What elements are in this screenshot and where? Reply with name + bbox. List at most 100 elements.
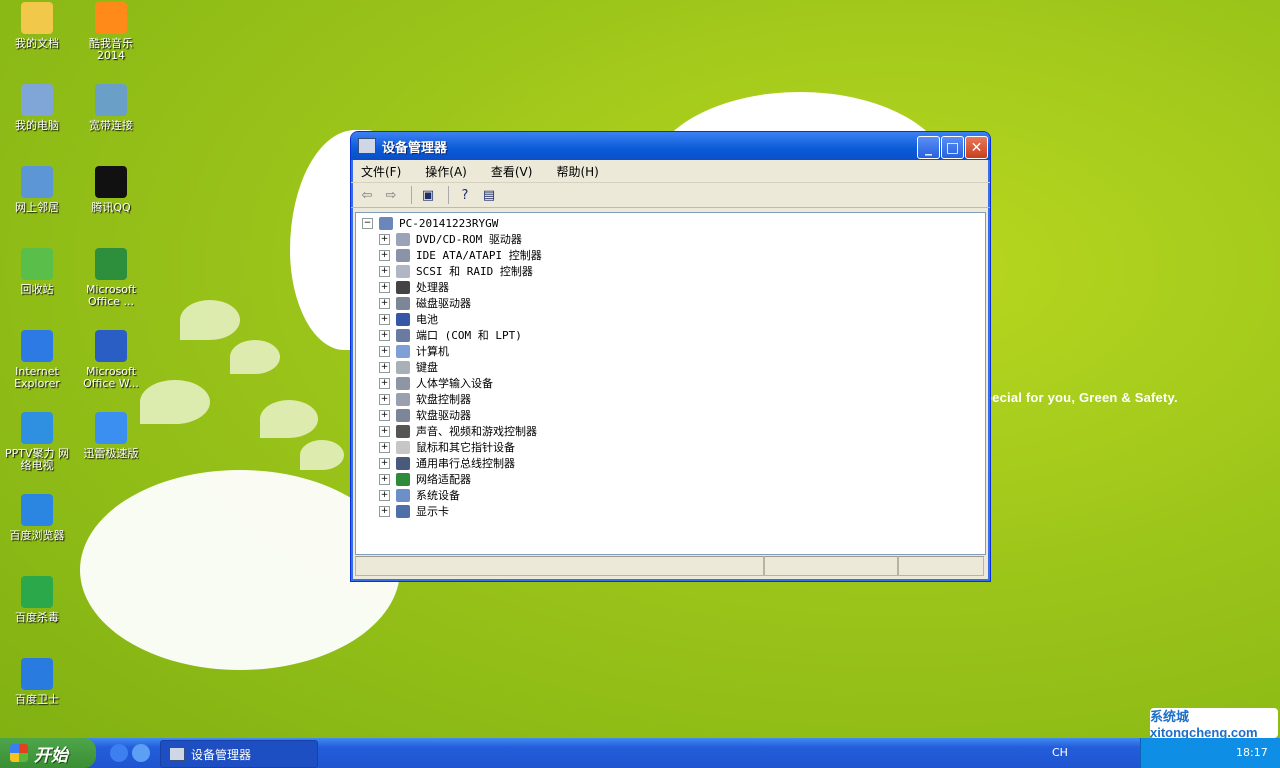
desktop-icon-image xyxy=(95,84,127,116)
language-indicator[interactable]: CH xyxy=(1052,746,1068,759)
desktop-icon[interactable]: 迅雷极速版 xyxy=(76,412,146,460)
desktop-icon[interactable]: 回收站 xyxy=(2,248,72,296)
tree-item[interactable]: + 计算机 xyxy=(379,343,542,359)
browser-quicklaunch-icon[interactable] xyxy=(132,744,150,762)
expand-icon[interactable]: + xyxy=(379,345,390,357)
expand-icon[interactable]: + xyxy=(379,393,390,405)
desktop-icon[interactable]: 网上邻居 xyxy=(2,166,72,214)
tree-item[interactable]: + 软盘控制器 xyxy=(379,391,542,407)
expand-icon[interactable]: + xyxy=(379,505,390,517)
desktop-icon[interactable]: PPTV聚力 网 络电视 xyxy=(2,412,72,472)
tree-item[interactable]: + 人体学输入设备 xyxy=(379,375,542,391)
watermark-logo: 系统城 xitongcheng.com xyxy=(1150,708,1278,740)
device-category-icon xyxy=(396,504,410,518)
expand-icon[interactable]: + xyxy=(379,409,390,421)
desktop-icon[interactable]: Microsoft Office W... xyxy=(76,330,146,390)
desktop-icon[interactable]: 百度杀毒 xyxy=(2,576,72,624)
back-arrow-icon[interactable]: ⇦ xyxy=(357,186,377,204)
tree-item[interactable]: + 显示卡 xyxy=(379,503,542,519)
expand-icon[interactable]: + xyxy=(379,473,390,485)
tree-item[interactable]: + 键盘 xyxy=(379,359,542,375)
tree-item[interactable]: + 声音、视频和游戏控制器 xyxy=(379,423,542,439)
expand-icon[interactable]: + xyxy=(379,361,390,373)
expand-icon[interactable]: + xyxy=(379,489,390,501)
tree-item[interactable]: + 软盘驱动器 xyxy=(379,407,542,423)
tree-item[interactable]: + 系统设备 xyxy=(379,487,542,503)
taskbar: 开始 设备管理器 CH 18:17 xyxy=(0,738,1280,768)
tree-item[interactable]: + 鼠标和其它指针设备 xyxy=(379,439,542,455)
properties-icon[interactable]: ▤ xyxy=(479,186,499,204)
task-label: 设备管理器 xyxy=(191,747,252,762)
tree-item[interactable]: + DVD/CD-ROM 驱动器 xyxy=(379,231,542,247)
device-manager-window[interactable]: 设备管理器 _ □ ✕ 文件(F) 操作(A) 查看(V) 帮助(H) ⇦ ⇨ … xyxy=(350,131,991,582)
tree-item[interactable]: + 电池 xyxy=(379,311,542,327)
show-hide-tree-icon[interactable]: ▣ xyxy=(418,186,438,204)
expand-icon[interactable]: + xyxy=(379,457,390,469)
device-category-icon xyxy=(396,456,410,470)
expand-icon[interactable]: + xyxy=(379,425,390,437)
expand-icon[interactable]: + xyxy=(379,313,390,325)
device-category-icon xyxy=(396,312,410,326)
desktop-icon-image xyxy=(21,330,53,362)
device-category-icon xyxy=(396,344,410,358)
desktop-icon[interactable]: 百度卫士 xyxy=(2,658,72,706)
desktop-icon-label: 百度浏览器 xyxy=(9,529,65,542)
menu-help[interactable]: 帮助(H) xyxy=(552,163,602,180)
desktop-icon[interactable]: 腾讯QQ xyxy=(76,166,146,214)
desktop-icon[interactable]: 宽带连接 xyxy=(76,84,146,132)
expand-icon[interactable]: + xyxy=(379,329,390,341)
tree-item[interactable]: + 通用串行总线控制器 xyxy=(379,455,542,471)
tree-item[interactable]: + 端口 (COM 和 LPT) xyxy=(379,327,542,343)
forward-arrow-icon[interactable]: ⇨ xyxy=(381,186,401,204)
title-bar[interactable]: 设备管理器 _ □ ✕ xyxy=(351,132,990,160)
tree-item[interactable]: + 网络适配器 xyxy=(379,471,542,487)
ie-quicklaunch-icon[interactable] xyxy=(110,744,128,762)
tree-item[interactable]: + 处理器 xyxy=(379,279,542,295)
minimize-button[interactable]: _ xyxy=(917,136,940,159)
desktop-icon-image xyxy=(21,2,53,34)
status-pane xyxy=(355,556,765,576)
desktop-icon-label: 百度卫士 xyxy=(15,693,59,706)
desktop-icon-image xyxy=(21,166,53,198)
desktop-icon[interactable]: Internet Explorer xyxy=(2,330,72,390)
desktop-icon[interactable]: Microsoft Office ... xyxy=(76,248,146,308)
desktop-icon-label: 腾讯QQ xyxy=(91,201,131,214)
wallpaper-slogan: pecial for you, Green & Safety. xyxy=(984,390,1178,405)
menu-file[interactable]: 文件(F) xyxy=(357,163,405,180)
desktop-icon-image xyxy=(21,494,53,526)
background-leaf xyxy=(140,380,210,424)
desktop-icon[interactable]: 酷我音乐 2014 xyxy=(76,2,146,62)
expand-icon[interactable]: + xyxy=(379,233,390,245)
desktop-icon[interactable]: 我的文档 xyxy=(2,2,72,50)
desktop-icon-image xyxy=(95,248,127,280)
tree-item[interactable]: + SCSI 和 RAID 控制器 xyxy=(379,263,542,279)
menu-action[interactable]: 操作(A) xyxy=(421,163,471,180)
tree-item[interactable]: + IDE ATA/ATAPI 控制器 xyxy=(379,247,542,263)
toolbar-separator xyxy=(448,186,449,204)
maximize-button[interactable]: □ xyxy=(941,136,964,159)
collapse-icon[interactable]: − xyxy=(362,217,373,229)
close-button[interactable]: ✕ xyxy=(965,136,988,159)
desktop-icon-label: 我的文档 xyxy=(15,37,59,50)
expand-icon[interactable]: + xyxy=(379,281,390,293)
device-manager-icon xyxy=(358,138,376,154)
start-button[interactable]: 开始 xyxy=(0,738,96,768)
expand-icon[interactable]: + xyxy=(379,249,390,261)
menu-view[interactable]: 查看(V) xyxy=(487,163,537,180)
device-tree-panel[interactable]: − PC-20141223RYGW + DVD/CD-ROM 驱动器 + IDE AT… xyxy=(355,212,986,555)
expand-icon[interactable]: + xyxy=(379,265,390,277)
help-icon[interactable]: ? xyxy=(455,186,475,204)
expand-icon[interactable]: + xyxy=(379,377,390,389)
tree-root-label: PC-20141223RYGW xyxy=(399,216,499,230)
expand-icon[interactable]: + xyxy=(379,441,390,453)
desktop-icon[interactable]: 百度浏览器 xyxy=(2,494,72,542)
expand-icon[interactable]: + xyxy=(379,297,390,309)
taskbar-item-device-manager[interactable]: 设备管理器 xyxy=(160,740,318,768)
tree-item[interactable]: + 磁盘驱动器 xyxy=(379,295,542,311)
device-category-icon xyxy=(396,472,410,486)
tree-item-label: 鼠标和其它指针设备 xyxy=(416,441,515,454)
desktop-icon[interactable]: 我的电脑 xyxy=(2,84,72,132)
background-leaf xyxy=(300,440,344,470)
tree-root[interactable]: − PC-20141223RYGW xyxy=(362,215,542,231)
tree-item-label: SCSI 和 RAID 控制器 xyxy=(416,265,533,278)
